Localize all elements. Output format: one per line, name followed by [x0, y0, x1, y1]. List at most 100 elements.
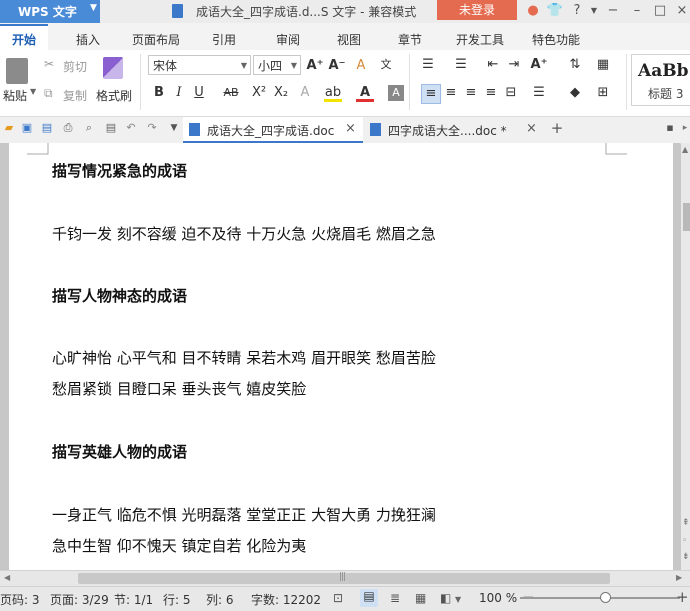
spell-check-icon[interactable]: ▤ — [104, 121, 118, 135]
open-folder-icon[interactable]: ▰ — [2, 121, 16, 135]
view-dropdown-icon[interactable]: ▼ — [455, 595, 461, 604]
format-painter-button[interactable]: 格式刷 — [96, 87, 132, 104]
sort-icon[interactable]: ⇅ — [566, 56, 584, 74]
tab-insert[interactable]: 插入 — [76, 31, 100, 48]
reading-view-icon[interactable]: ◧ — [440, 591, 451, 605]
scroll-up-icon[interactable]: ▲ — [682, 145, 688, 154]
document-tab-title: 四字成语大全....doc * — [388, 124, 507, 138]
vertical-scroll-thumb[interactable] — [683, 203, 690, 231]
style-sample: AaBb — [638, 61, 689, 81]
subscript-icon[interactable]: X₂ — [272, 84, 290, 102]
select-browse-object-icon[interactable]: ◦ — [682, 536, 687, 546]
scroll-left-icon[interactable]: ◀ — [4, 573, 10, 582]
tab-page-layout[interactable]: 页面布局 — [132, 31, 180, 48]
font-size-select[interactable]: 小四 ▼ — [253, 55, 301, 75]
phonetic-guide-icon[interactable]: 文 — [377, 56, 395, 74]
wps-menu-button[interactable]: WPS 文字 ▼ — [0, 0, 100, 23]
decrease-indent-icon[interactable]: ⇤ — [484, 56, 502, 74]
justify-icon[interactable]: ≡ — [482, 84, 500, 102]
paste-dropdown-icon[interactable]: ▼ — [30, 87, 36, 96]
strikethrough-icon[interactable]: AB — [222, 84, 240, 102]
zoom-in-icon[interactable]: + — [676, 588, 689, 606]
text-direction-icon[interactable]: A⁺ — [530, 56, 548, 74]
zoom-slider-thumb[interactable] — [600, 592, 611, 603]
tab-scroll-icon[interactable]: ▸ — [678, 121, 690, 135]
focus-mode-icon[interactable]: ⊡ — [333, 591, 343, 605]
page-view-icon[interactable]: ▤ — [360, 589, 378, 607]
restore-icon[interactable]: □ — [651, 2, 669, 20]
tab-list-icon[interactable]: ▪ — [663, 121, 677, 135]
font-color-icon[interactable]: A — [356, 84, 374, 102]
redo-icon[interactable]: ↷ — [145, 121, 159, 135]
borders-icon[interactable]: ⊞ — [594, 84, 612, 102]
align-left-icon[interactable]: ≡ — [421, 84, 441, 104]
status-page[interactable]: 页面: 3/29 — [50, 591, 109, 608]
clear-format-icon[interactable]: A — [352, 57, 370, 75]
minimize-window-icon[interactable]: – — [628, 2, 646, 20]
outline-view-icon[interactable]: ≣ — [390, 591, 400, 605]
tab-references[interactable]: 引用 — [212, 31, 236, 48]
web-view-icon[interactable]: ▦ — [415, 591, 426, 605]
next-page-icon[interactable]: ⇟ — [682, 552, 690, 562]
help-icon[interactable]: ? — [568, 2, 586, 20]
distribute-icon[interactable]: ⊟ — [502, 84, 520, 102]
print-icon[interactable]: ⎙ — [61, 121, 75, 135]
document-canvas[interactable]: 描写情况紧急的成语 千钧一发 刻不容缓 迫不及待 十万火急 火烧眉毛 燃眉之急 … — [0, 143, 680, 570]
format-painter-icon[interactable] — [103, 57, 123, 79]
bold-icon[interactable]: B — [150, 84, 168, 102]
line-spacing-icon[interactable]: ☰ — [530, 84, 548, 102]
align-right-icon[interactable]: ≡ — [462, 84, 480, 102]
tab-home[interactable]: 开始 — [0, 24, 48, 52]
increase-indent-icon[interactable]: ⇥ — [505, 56, 523, 74]
skin-icon[interactable]: ● — [524, 2, 542, 20]
close-tab-icon[interactable]: × — [526, 121, 537, 136]
numbered-list-icon[interactable]: ☰ — [452, 56, 470, 74]
zoom-level[interactable]: 100 % — [479, 591, 517, 605]
document-tab-active[interactable]: 成语大全_四字成语.doc × — [183, 117, 363, 143]
italic-icon[interactable]: I — [170, 84, 188, 102]
paste-button[interactable]: 粘贴 — [3, 87, 27, 104]
bullet-list-icon[interactable]: ☰ — [419, 56, 437, 74]
highlight-icon[interactable]: ab — [324, 84, 342, 102]
shirt-icon[interactable]: 👕 — [546, 2, 564, 20]
tab-developer[interactable]: 开发工具 — [456, 31, 504, 48]
tab-view[interactable]: 视图 — [337, 31, 361, 48]
status-word-count[interactable]: 字数: 12202 — [251, 591, 321, 608]
document-tab[interactable]: 四字成语大全....doc * × — [364, 117, 544, 143]
quick-access-dropdown-icon[interactable]: ▼ — [167, 121, 181, 135]
table-borders-icon[interactable]: ▦ — [594, 56, 612, 74]
superscript-icon[interactable]: X² — [250, 84, 268, 102]
scissors-icon[interactable]: ✂ — [44, 57, 54, 71]
paste-icon[interactable] — [6, 58, 28, 84]
new-tab-icon[interactable]: + — [550, 121, 564, 136]
underline-icon[interactable]: U — [190, 84, 208, 102]
previous-page-icon[interactable]: ⇞ — [682, 518, 690, 528]
save-icon[interactable]: ▣ — [20, 121, 34, 135]
shading-icon[interactable]: ◆ — [566, 84, 584, 102]
align-center-icon[interactable]: ≡ — [442, 84, 460, 102]
copy-button[interactable]: 复制 — [63, 87, 87, 104]
shrink-font-icon[interactable]: A⁻ — [328, 57, 346, 75]
tab-chapter[interactable]: 章节 — [398, 31, 422, 48]
grow-font-icon[interactable]: A⁺ — [306, 57, 324, 75]
scroll-right-icon[interactable]: ▶ — [676, 573, 682, 582]
export-pdf-icon[interactable]: ▤ — [40, 121, 54, 135]
char-shading-icon[interactable]: A — [388, 85, 404, 101]
status-row: 行: 5 — [163, 593, 191, 607]
help-dropdown-icon[interactable]: ▼ — [585, 2, 603, 20]
copy-icon[interactable]: ⧉ — [44, 86, 53, 101]
tab-features[interactable]: 特色功能 — [532, 31, 580, 48]
document-page[interactable]: 描写情况紧急的成语 千钧一发 刻不容缓 迫不及待 十万火急 火烧眉毛 燃眉之急 … — [9, 143, 673, 570]
close-tab-icon[interactable]: × — [345, 121, 356, 136]
font-name-value: 宋体 — [153, 59, 178, 73]
print-preview-icon[interactable]: ⌕ — [82, 121, 96, 135]
login-button[interactable]: 未登录 — [437, 0, 517, 20]
undo-icon[interactable]: ↶ — [124, 121, 138, 135]
text-effect-icon[interactable]: A — [296, 84, 314, 102]
font-name-select[interactable]: 宋体 ▼ — [148, 55, 251, 75]
style-gallery-item[interactable]: AaBb 标题 3 — [631, 54, 690, 106]
cut-button[interactable]: 剪切 — [63, 58, 87, 75]
minimize-icon[interactable]: − — [604, 2, 622, 20]
tab-review[interactable]: 审阅 — [276, 31, 300, 48]
close-icon[interactable]: × — [673, 2, 690, 20]
